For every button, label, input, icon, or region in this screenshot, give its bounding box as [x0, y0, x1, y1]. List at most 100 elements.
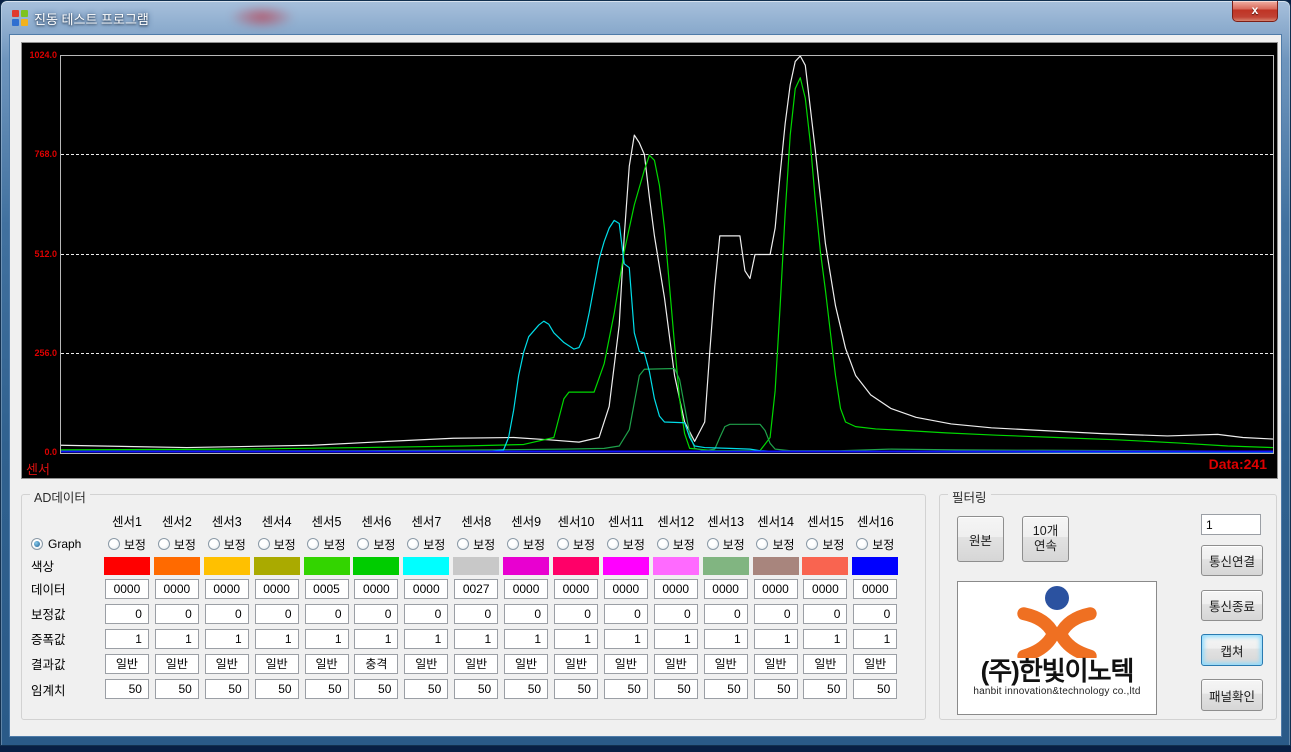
data-value-4[interactable]: 0000	[255, 579, 299, 599]
correction-value-2[interactable]: 0	[155, 604, 199, 624]
data-value-14[interactable]: 0000	[754, 579, 798, 599]
count-input[interactable]	[1201, 514, 1261, 535]
amplify-value-9[interactable]: 1	[504, 629, 548, 649]
result-value-4[interactable]: 일반	[255, 654, 299, 674]
calibration-radio-8[interactable]	[457, 538, 469, 550]
threshold-value-13[interactable]: 50	[704, 679, 748, 699]
correction-value-11[interactable]: 0	[604, 604, 648, 624]
amplify-value-6[interactable]: 1	[354, 629, 398, 649]
result-value-13[interactable]: 일반	[704, 654, 748, 674]
data-value-9[interactable]: 0000	[504, 579, 548, 599]
amplify-value-3[interactable]: 1	[205, 629, 249, 649]
correction-value-15[interactable]: 0	[803, 604, 847, 624]
correction-value-3[interactable]: 0	[205, 604, 249, 624]
threshold-value-4[interactable]: 50	[255, 679, 299, 699]
threshold-value-2[interactable]: 50	[155, 679, 199, 699]
calibration-radio-10[interactable]	[557, 538, 569, 550]
calibration-radio-9[interactable]	[507, 538, 519, 550]
data-value-3[interactable]: 0000	[205, 579, 249, 599]
calibration-radio-15[interactable]	[806, 538, 818, 550]
correction-value-14[interactable]: 0	[754, 604, 798, 624]
threshold-value-14[interactable]: 50	[754, 679, 798, 699]
result-value-6[interactable]: 충격	[354, 654, 398, 674]
result-value-16[interactable]: 일반	[853, 654, 897, 674]
result-value-11[interactable]: 일반	[604, 654, 648, 674]
original-button[interactable]: 원본	[957, 516, 1004, 562]
result-value-15[interactable]: 일반	[803, 654, 847, 674]
result-value-14[interactable]: 일반	[754, 654, 798, 674]
threshold-value-8[interactable]: 50	[454, 679, 498, 699]
threshold-value-11[interactable]: 50	[604, 679, 648, 699]
result-value-2[interactable]: 일반	[155, 654, 199, 674]
threshold-value-3[interactable]: 50	[205, 679, 249, 699]
amplify-value-5[interactable]: 1	[305, 629, 349, 649]
result-value-3[interactable]: 일반	[205, 654, 249, 674]
calibration-radio-16[interactable]	[856, 538, 868, 550]
threshold-value-1[interactable]: 50	[105, 679, 149, 699]
amplify-value-15[interactable]: 1	[803, 629, 847, 649]
amplify-value-11[interactable]: 1	[604, 629, 648, 649]
calibration-radio-3[interactable]	[208, 538, 220, 550]
data-value-5[interactable]: 0005	[305, 579, 349, 599]
amplify-value-7[interactable]: 1	[404, 629, 448, 649]
graph-radio[interactable]	[31, 538, 43, 550]
panel-check-button[interactable]: 패널확인	[1201, 679, 1263, 711]
correction-value-4[interactable]: 0	[255, 604, 299, 624]
correction-value-9[interactable]: 0	[504, 604, 548, 624]
comm-connect-button[interactable]: 통신연결	[1201, 545, 1263, 576]
capture-button[interactable]: 캡쳐	[1201, 634, 1263, 666]
calibration-radio-11[interactable]	[607, 538, 619, 550]
result-value-1[interactable]: 일반	[105, 654, 149, 674]
calibration-radio-7[interactable]	[407, 538, 419, 550]
close-button[interactable]: x	[1232, 1, 1278, 22]
data-value-8[interactable]: 0027	[454, 579, 498, 599]
calibration-radio-6[interactable]	[357, 538, 369, 550]
correction-value-13[interactable]: 0	[704, 604, 748, 624]
correction-value-8[interactable]: 0	[454, 604, 498, 624]
result-value-10[interactable]: 일반	[554, 654, 598, 674]
amplify-value-16[interactable]: 1	[853, 629, 897, 649]
data-value-7[interactable]: 0000	[404, 579, 448, 599]
calibration-radio-14[interactable]	[756, 538, 768, 550]
data-value-6[interactable]: 0000	[354, 579, 398, 599]
ten-consecutive-button[interactable]: 10개 연속	[1022, 516, 1069, 562]
comm-disconnect-button[interactable]: 통신종료	[1201, 590, 1263, 621]
titlebar[interactable]: 진동 테스트 프로그램 x	[1, 1, 1290, 34]
data-value-16[interactable]: 0000	[853, 579, 897, 599]
threshold-value-7[interactable]: 50	[404, 679, 448, 699]
amplify-value-8[interactable]: 1	[454, 629, 498, 649]
result-value-12[interactable]: 일반	[654, 654, 698, 674]
result-value-9[interactable]: 일반	[504, 654, 548, 674]
correction-value-16[interactable]: 0	[853, 604, 897, 624]
correction-value-1[interactable]: 0	[105, 604, 149, 624]
calibration-radio-12[interactable]	[657, 538, 669, 550]
data-value-2[interactable]: 0000	[155, 579, 199, 599]
threshold-value-16[interactable]: 50	[853, 679, 897, 699]
calibration-radio-2[interactable]	[158, 538, 170, 550]
amplify-value-1[interactable]: 1	[105, 629, 149, 649]
amplify-value-13[interactable]: 1	[704, 629, 748, 649]
threshold-value-5[interactable]: 50	[305, 679, 349, 699]
correction-value-7[interactable]: 0	[404, 604, 448, 624]
amplify-value-4[interactable]: 1	[255, 629, 299, 649]
threshold-value-6[interactable]: 50	[354, 679, 398, 699]
calibration-radio-13[interactable]	[707, 538, 719, 550]
calibration-radio-1[interactable]	[108, 538, 120, 550]
correction-value-5[interactable]: 0	[305, 604, 349, 624]
amplify-value-2[interactable]: 1	[155, 629, 199, 649]
amplify-value-10[interactable]: 1	[554, 629, 598, 649]
result-value-7[interactable]: 일반	[404, 654, 448, 674]
threshold-value-15[interactable]: 50	[803, 679, 847, 699]
correction-value-6[interactable]: 0	[354, 604, 398, 624]
calibration-radio-4[interactable]	[258, 538, 270, 550]
data-value-11[interactable]: 0000	[604, 579, 648, 599]
data-value-1[interactable]: 0000	[105, 579, 149, 599]
result-value-5[interactable]: 일반	[305, 654, 349, 674]
correction-value-12[interactable]: 0	[654, 604, 698, 624]
data-value-13[interactable]: 0000	[704, 579, 748, 599]
correction-value-10[interactable]: 0	[554, 604, 598, 624]
threshold-value-9[interactable]: 50	[504, 679, 548, 699]
threshold-value-10[interactable]: 50	[554, 679, 598, 699]
threshold-value-12[interactable]: 50	[654, 679, 698, 699]
calibration-radio-5[interactable]	[307, 538, 319, 550]
